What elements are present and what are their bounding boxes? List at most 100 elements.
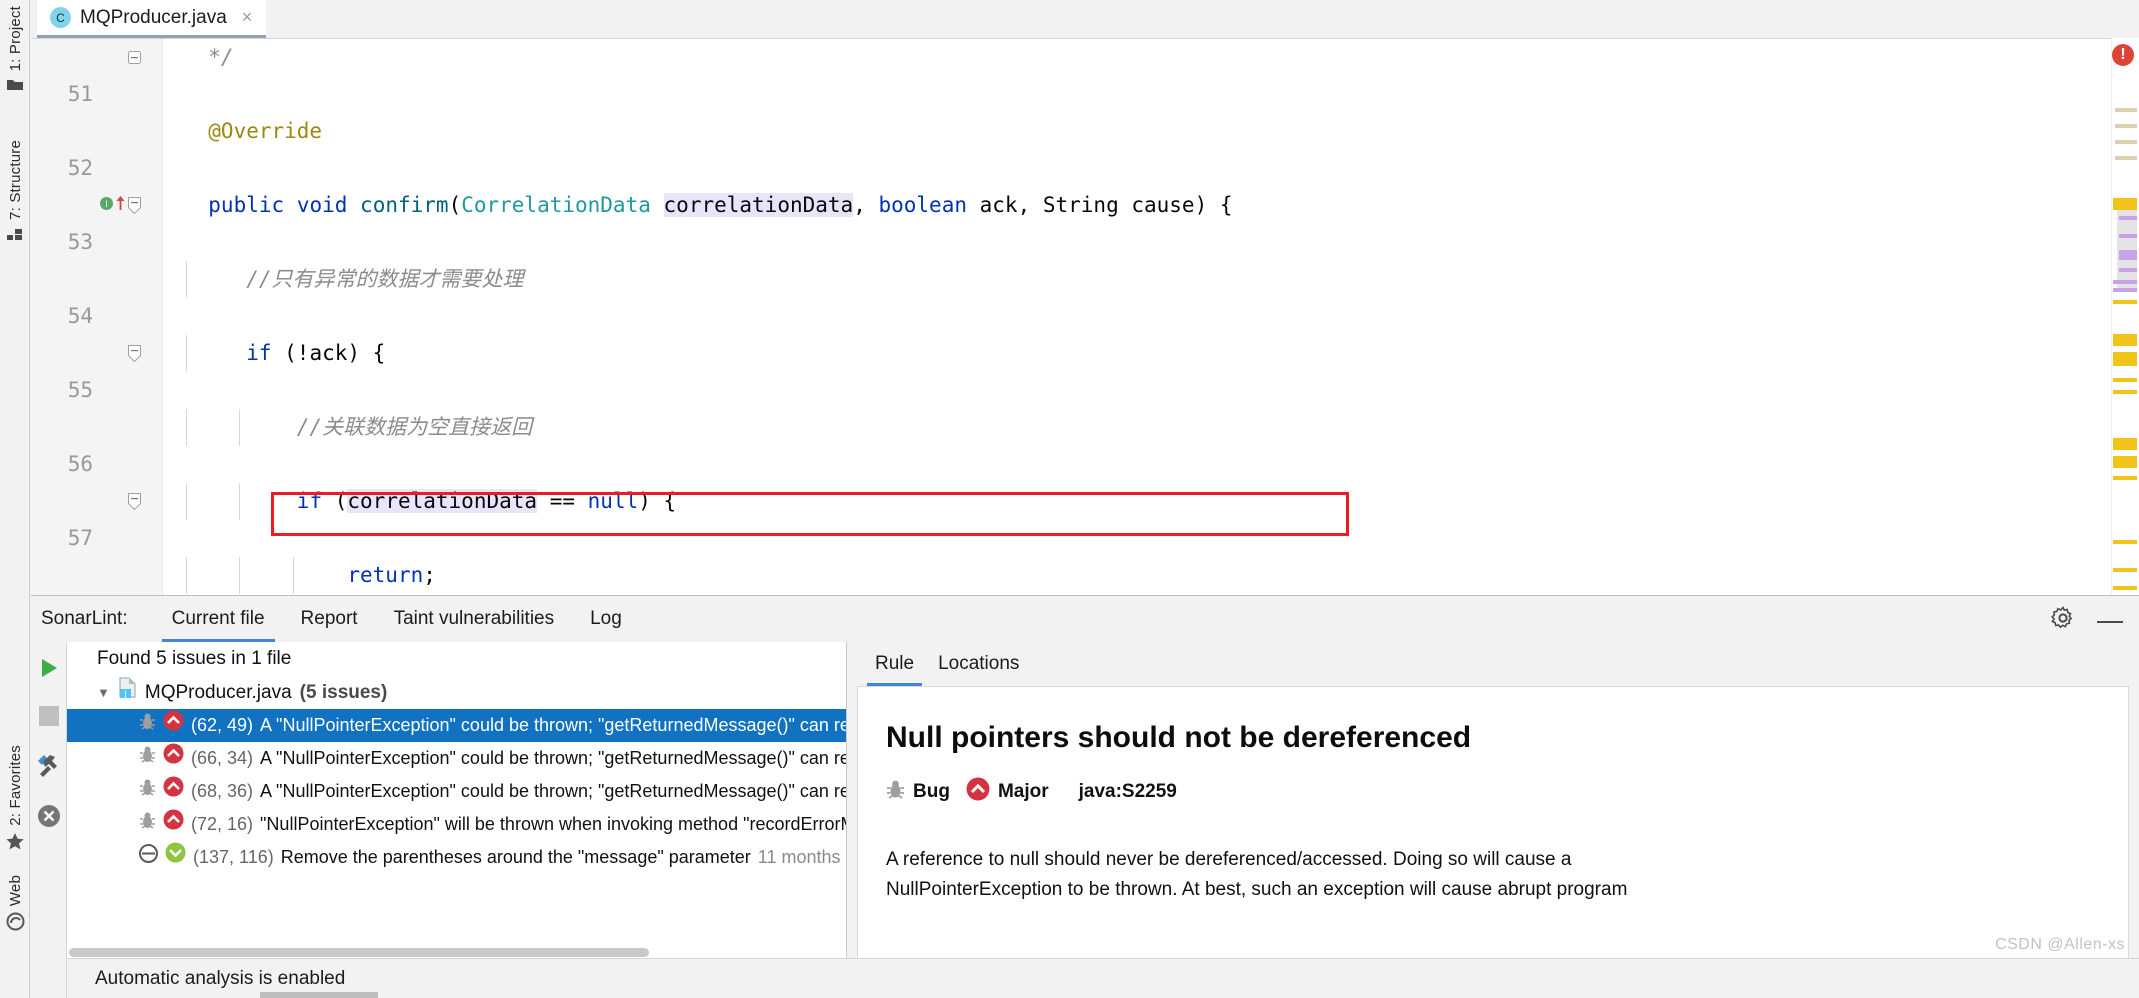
sidebar-item-project[interactable]: 1: Project bbox=[0, 6, 30, 98]
tab-rule[interactable]: Rule bbox=[863, 642, 926, 686]
tab-log[interactable]: Log bbox=[572, 596, 640, 642]
rule-heading: Null pointers should not be dereferenced bbox=[886, 721, 1472, 754]
sonarlint-title: SonarLint: bbox=[41, 608, 128, 629]
line-number: 57 bbox=[67, 526, 93, 550]
issue-file-name: MQProducer.java bbox=[144, 682, 292, 703]
line-number: 54 bbox=[67, 304, 93, 328]
rule-type: Bug bbox=[886, 779, 950, 806]
severity-major-icon bbox=[163, 709, 184, 742]
rule-description-line-1: A reference to null should never be dere… bbox=[886, 849, 1572, 870]
star-icon bbox=[5, 832, 25, 856]
rule-content[interactable]: Null pointers should not be dereferenced… bbox=[857, 686, 2129, 981]
tab-locations[interactable]: Locations bbox=[926, 642, 1031, 686]
code-row[interactable]: 57 if (correlationData == null) { bbox=[31, 483, 2139, 550]
code-row[interactable]: 54 //只有异常的数据才需要处理 bbox=[31, 261, 2139, 328]
code-editor[interactable]: 51 */ 52 @Override 53 I public void conf… bbox=[31, 38, 2139, 595]
severity-major-icon bbox=[163, 742, 184, 775]
fold-icon[interactable] bbox=[127, 345, 142, 362]
rule-detail-panel: Rule Locations Null pointers should not … bbox=[847, 642, 2139, 998]
issue-message: A "NullPointerException" could be thrown… bbox=[260, 748, 846, 768]
editor-tab-bar: C MQProducer.java × bbox=[31, 0, 2139, 38]
code-row[interactable]: 56 //关联数据为空直接返回 bbox=[31, 409, 2139, 476]
code-text: @Override bbox=[183, 119, 323, 143]
sonarlint-side-toolbar bbox=[31, 642, 67, 998]
code-smell-icon bbox=[139, 841, 158, 874]
rule-type-label: Bug bbox=[913, 781, 950, 802]
rule-severity-label: Major bbox=[997, 781, 1049, 802]
issue-location: (66, 34) bbox=[191, 748, 254, 768]
window-scroll-stub[interactable] bbox=[260, 992, 378, 998]
code-row[interactable]: 55 if (!ack) { bbox=[31, 335, 2139, 402]
gear-icon[interactable] bbox=[2051, 606, 2075, 635]
issue-row[interactable]: (137, 116) Remove the parentheses around… bbox=[67, 841, 846, 874]
issue-row[interactable]: (68, 36) A "NullPointerException" could … bbox=[67, 775, 846, 808]
svg-text:I: I bbox=[105, 200, 108, 210]
code-row[interactable]: 53 I public void confirm(CorrelationData… bbox=[31, 187, 2139, 254]
tools-icon[interactable] bbox=[36, 752, 62, 783]
issue-message: "NullPointerException" will be thrown wh… bbox=[260, 814, 846, 834]
sidebar-item-web-label: Web bbox=[6, 875, 24, 907]
error-count-badge[interactable]: ! bbox=[2112, 44, 2134, 66]
structure-icon bbox=[6, 226, 24, 247]
sidebar-item-structure-label: 7: Structure bbox=[6, 140, 24, 220]
left-tool-strip: 1: Project 7: Structure 2: Favorites Web bbox=[0, 0, 30, 998]
editor-tab-mqproducer[interactable]: C MQProducer.java × bbox=[37, 0, 267, 38]
issue-file-count: (5 issues) bbox=[299, 682, 388, 703]
issue-row[interactable]: (66, 34) A "NullPointerException" could … bbox=[67, 742, 846, 775]
rule-severity: Major bbox=[966, 777, 1049, 807]
severity-major-icon bbox=[966, 777, 990, 807]
code-row[interactable]: 52 @Override bbox=[31, 113, 2139, 180]
issue-row[interactable]: (72, 16) "NullPointerException" will be … bbox=[67, 808, 846, 841]
ide-window: 1: Project 7: Structure 2: Favorites Web… bbox=[0, 0, 2139, 998]
play-icon[interactable] bbox=[37, 656, 61, 685]
code-row[interactable]: 58 return; bbox=[31, 557, 2139, 594]
line-number: 53 bbox=[67, 230, 93, 254]
line-number: 56 bbox=[67, 452, 93, 476]
issue-list-horizontal-scrollbar[interactable] bbox=[67, 946, 845, 958]
code-text: if (!ack) { bbox=[246, 341, 386, 365]
sidebar-item-web[interactable]: Web bbox=[0, 875, 30, 936]
issue-message: A "NullPointerException" could be thrown… bbox=[260, 781, 846, 801]
bug-icon bbox=[139, 742, 156, 775]
rule-tab-bar: Rule Locations bbox=[847, 642, 2139, 686]
sidebar-item-structure[interactable]: 7: Structure bbox=[0, 140, 30, 247]
issue-location: (72, 16) bbox=[191, 814, 254, 834]
editor-marker-bar[interactable]: ! bbox=[2111, 38, 2139, 595]
code-text: //关联数据为空直接返回 bbox=[183, 415, 533, 439]
severity-major-icon bbox=[163, 808, 184, 841]
close-icon[interactable]: × bbox=[242, 7, 253, 28]
bug-icon bbox=[139, 709, 156, 742]
fold-icon[interactable] bbox=[127, 493, 142, 510]
svg-text:J: J bbox=[123, 690, 127, 698]
rule-description-line-2: NullPointerException to be thrown. At be… bbox=[886, 879, 1628, 900]
issue-location: (62, 49) bbox=[191, 715, 254, 735]
code-row[interactable]: 51 */ bbox=[31, 39, 2139, 106]
watermark: CSDN @Allen-xs bbox=[1995, 936, 2125, 953]
stop-icon[interactable] bbox=[38, 705, 60, 732]
tab-report[interactable]: Report bbox=[283, 596, 376, 642]
sidebar-item-project-label: 1: Project bbox=[6, 6, 24, 72]
tab-taint-vulnerabilities[interactable]: Taint vulnerabilities bbox=[376, 596, 573, 642]
chevron-down-icon[interactable]: ▼ bbox=[97, 676, 110, 709]
issue-message: Remove the parentheses around the "messa… bbox=[280, 847, 751, 867]
rule-meta: Bug Major java:S2259 bbox=[886, 777, 2100, 807]
sidebar-item-favorites[interactable]: 2: Favorites bbox=[0, 745, 30, 856]
folder-icon bbox=[6, 77, 24, 98]
cancel-icon[interactable] bbox=[36, 803, 62, 834]
minimize-icon[interactable] bbox=[2097, 612, 2123, 630]
line-number: 51 bbox=[67, 82, 93, 106]
scrollbar-thumb[interactable] bbox=[69, 948, 649, 957]
line-number: 55 bbox=[67, 378, 93, 402]
issue-file-node[interactable]: ▼ J MQProducer.java (5 issues) bbox=[67, 676, 846, 709]
code-text: */ bbox=[183, 45, 234, 69]
line-number: 52 bbox=[67, 156, 93, 180]
tab-current-file[interactable]: Current file bbox=[154, 596, 283, 642]
issue-row[interactable]: (62, 49) A "NullPointerException" could … bbox=[67, 709, 846, 742]
code-text: public void confirm(CorrelationData corr… bbox=[183, 193, 1233, 217]
fold-icon[interactable] bbox=[127, 197, 142, 214]
issue-location: (137, 116) bbox=[193, 847, 274, 867]
issue-list[interactable]: Found 5 issues in 1 file ▼ J MQProducer.… bbox=[67, 642, 847, 998]
method-run-marker-icon[interactable]: I bbox=[99, 195, 126, 211]
fold-icon[interactable] bbox=[127, 50, 142, 65]
code-text: //只有异常的数据才需要处理 bbox=[183, 267, 524, 291]
